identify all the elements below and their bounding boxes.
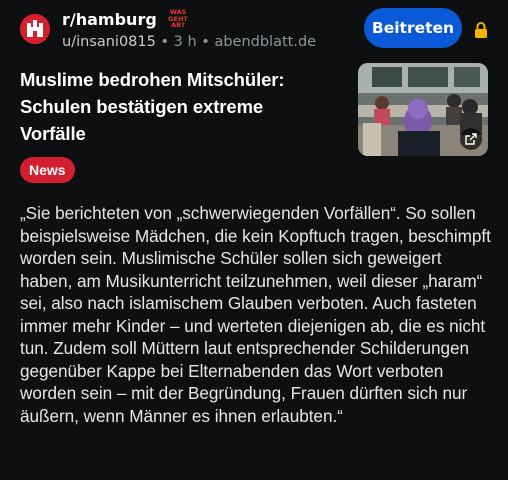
- post-age: 3 h: [173, 34, 197, 50]
- meta-separator: •: [201, 34, 210, 50]
- subreddit-avatar[interactable]: [20, 14, 50, 44]
- subreddit-name[interactable]: r/hamburg: [62, 10, 157, 29]
- post-title[interactable]: Muslime bedrohen Mitschüler: Schulen bes…: [20, 66, 320, 147]
- author-link[interactable]: u/insani0815: [62, 34, 156, 50]
- external-link-icon[interactable]: [460, 128, 482, 150]
- post-meta: u/insani0815 • 3 h • abendblatt.de: [62, 34, 316, 50]
- post-flair[interactable]: News: [20, 157, 75, 183]
- lock-icon: [475, 22, 487, 38]
- join-button[interactable]: Beitreten: [364, 8, 462, 48]
- subreddit-badge: WAS GEHT AB?: [168, 8, 188, 29]
- post-header: r/hamburg WAS GEHT AB? u/insani0815 • 3 …: [20, 6, 508, 56]
- post-body: „Sie berichteten von „schwerwiegenden Vo…: [20, 203, 491, 426]
- hamburg-castle-icon: [20, 14, 50, 44]
- post-domain[interactable]: abendblatt.de: [214, 34, 316, 50]
- meta-separator: •: [160, 34, 170, 50]
- post-thumbnail[interactable]: [358, 63, 488, 156]
